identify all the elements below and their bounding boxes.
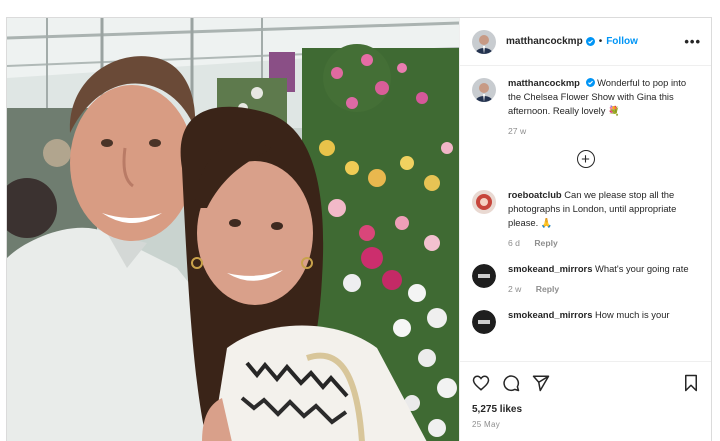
separator-dot: • <box>598 36 603 47</box>
reply-button[interactable]: Reply <box>536 284 559 294</box>
comment-username[interactable]: smokeand_mirrors <box>508 309 592 320</box>
likes-count[interactable]: 5,275 likes <box>472 404 699 415</box>
comment-icon[interactable] <box>502 374 520 392</box>
comment-age: 6 d <box>508 238 520 248</box>
comments-list[interactable]: matthancockmp Wonderful to pop into the … <box>460 66 711 361</box>
commenter-avatar[interactable] <box>472 190 496 214</box>
instagram-post: matthancockmp • Follow ••• matthancockmp… <box>6 17 712 441</box>
bookmark-icon[interactable] <box>683 374 699 392</box>
post-actions: 5,275 likes 25 May <box>460 361 711 429</box>
post-header: matthancockmp • Follow ••• <box>460 18 711 66</box>
author-username[interactable]: matthancockmp <box>506 36 583 47</box>
verified-badge-icon <box>585 37 595 46</box>
comment-item: smokeand_mirrors What's your going rate … <box>472 262 699 296</box>
caption-username[interactable]: matthancockmp <box>508 77 580 88</box>
comment-age: 2 w <box>508 284 522 294</box>
reply-button[interactable]: Reply <box>534 238 557 248</box>
caption-avatar[interactable] <box>472 78 496 102</box>
comment-username[interactable]: roeboatclub <box>508 189 562 200</box>
post-photo[interactable] <box>7 18 459 441</box>
follow-button[interactable]: Follow <box>606 36 638 47</box>
post-side-panel: matthancockmp • Follow ••• matthancockmp… <box>459 18 711 441</box>
heart-icon[interactable] <box>472 374 490 392</box>
comment-text: What's your going rate <box>595 263 689 274</box>
comment-item: roeboatclub Can we please stop all the p… <box>472 188 699 250</box>
share-icon[interactable] <box>532 374 550 392</box>
comment-username[interactable]: smokeand_mirrors <box>508 263 592 274</box>
verified-badge-icon <box>585 78 595 87</box>
selfie-image <box>7 18 459 441</box>
load-more-comments-button[interactable]: + <box>576 150 595 168</box>
caption: matthancockmp Wonderful to pop into the … <box>472 76 699 138</box>
comment-text: How much is your <box>595 309 670 320</box>
commenter-avatar[interactable] <box>472 310 496 334</box>
post-date: 25 May <box>472 420 501 429</box>
author-avatar[interactable] <box>472 29 496 54</box>
comment-item: smokeand_mirrors How much is your <box>472 308 699 334</box>
more-options-icon[interactable]: ••• <box>684 34 701 49</box>
caption-age: 27 w <box>508 126 527 136</box>
commenter-avatar[interactable] <box>472 264 496 288</box>
